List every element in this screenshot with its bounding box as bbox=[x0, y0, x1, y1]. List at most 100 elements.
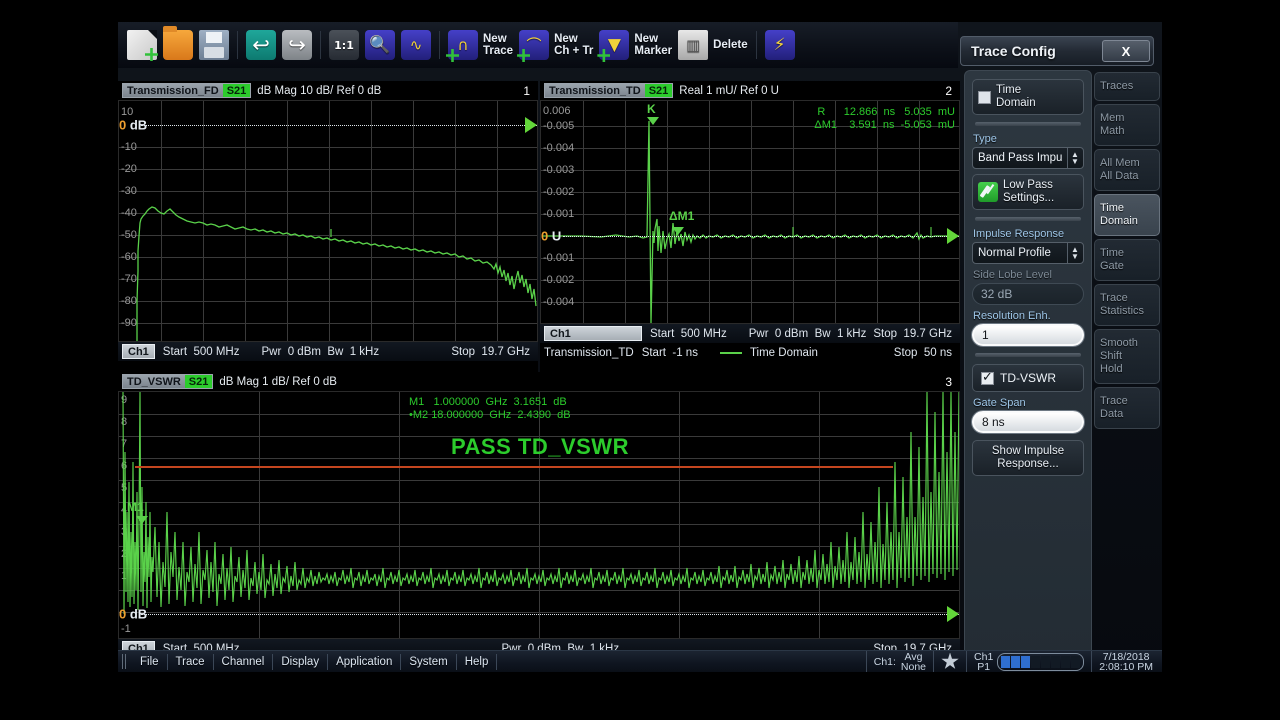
toolbar-divider-1 bbox=[237, 31, 238, 59]
pwr-label-1: Pwr bbox=[262, 346, 282, 358]
stop-label-2: Stop bbox=[873, 328, 897, 340]
bw-label-1: Bw bbox=[327, 346, 343, 358]
chevron-updown-icon-2[interactable]: ▲▼ bbox=[1067, 243, 1081, 263]
time-domain-toggle-button[interactable]: Time Domain bbox=[972, 79, 1084, 115]
plot-area-2[interactable]: 0.006 -0.005 -0.004 -0.003 -0.002 -0.001… bbox=[540, 100, 960, 324]
status-star[interactable] bbox=[933, 651, 966, 672]
pass-limit-text: PASS TD_VSWR bbox=[451, 434, 629, 460]
menu-item-display[interactable]: Display bbox=[273, 654, 328, 670]
date-value: 7/18/2018 bbox=[1103, 652, 1150, 662]
plot-area-3[interactable]: 9 8 7 6 5 4 3 2 1 -1 0 dB M1 1.000000 GH… bbox=[118, 391, 960, 639]
show-impulse-response-button[interactable]: Show Impulse Response... bbox=[972, 440, 1084, 476]
avg-value: None bbox=[901, 662, 926, 672]
gate-span-label: Gate Span bbox=[973, 397, 1084, 409]
save-file-button[interactable] bbox=[196, 24, 232, 66]
open-file-button[interactable] bbox=[160, 24, 196, 66]
avg-label: Avg bbox=[905, 652, 923, 662]
diagram-transmission-fd[interactable]: Transmission_FD S21 dB Mag 10 dB/ Ref 0 … bbox=[118, 81, 538, 381]
port-value: P1 bbox=[977, 662, 990, 672]
scale-one-to-one-button[interactable]: 1:1 bbox=[326, 24, 362, 66]
quick-action-button[interactable]: ⚡ bbox=[762, 24, 798, 66]
m1-marker-label: M1 bbox=[127, 500, 144, 514]
trace-marker-tick-1 bbox=[119, 101, 538, 342]
td-vswr-checkbox[interactable]: TD-VSWR bbox=[972, 364, 1084, 392]
delete-button[interactable]: ▥ Delete bbox=[675, 24, 751, 66]
one-to-one-icon: 1:1 bbox=[329, 30, 359, 60]
separator-2 bbox=[975, 217, 1081, 221]
chevron-updown-icon[interactable]: ▲▼ bbox=[1067, 148, 1081, 168]
menu-bar: File Trace Channel Display Application S… bbox=[118, 651, 497, 672]
trace-tag-3[interactable]: TD_VSWR S21 bbox=[122, 374, 213, 389]
tab-time-gate[interactable]: Time Gate bbox=[1094, 239, 1160, 281]
new-trace-button[interactable]: ∩ New Trace bbox=[445, 24, 516, 66]
checkbox-icon bbox=[981, 372, 994, 385]
redo-button[interactable]: ↪ bbox=[279, 24, 315, 66]
tab-trace-data-label: Trace Data bbox=[1100, 395, 1128, 420]
tab-trace-statistics[interactable]: Trace Statistics bbox=[1094, 284, 1160, 326]
menu-item-file[interactable]: File bbox=[132, 654, 168, 670]
tab-all-mem-all-data[interactable]: All Mem All Data bbox=[1094, 149, 1160, 191]
reference-marker-3[interactable] bbox=[947, 606, 959, 622]
floppy-save-icon bbox=[199, 30, 229, 60]
menu-item-channel[interactable]: Channel bbox=[214, 654, 274, 670]
type-select[interactable]: Band Pass Impu ▲▼ bbox=[972, 147, 1084, 169]
s-param-1: S21 bbox=[223, 84, 251, 97]
tab-trace-data[interactable]: Trace Data bbox=[1094, 387, 1160, 429]
tab-mem-math[interactable]: Mem Math bbox=[1094, 104, 1160, 146]
new-file-button[interactable] bbox=[124, 24, 160, 66]
channel-tag-2[interactable]: Ch1 bbox=[544, 326, 642, 341]
impulse-response-select[interactable]: Normal Profile ▲▼ bbox=[972, 242, 1084, 264]
resolution-enh-input[interactable]: 1 bbox=[972, 324, 1084, 346]
trace-name-2: Transmission_TD bbox=[545, 84, 645, 97]
channel-tag-1[interactable]: Ch1 bbox=[122, 344, 155, 359]
plot-area-1[interactable]: 10 -10 -20 -30 -40 -50 -60 -70 -80 -90 0… bbox=[118, 100, 538, 342]
undo-button[interactable]: ↩ bbox=[243, 24, 279, 66]
k-marker-triangle[interactable] bbox=[647, 117, 659, 125]
menu-item-application[interactable]: Application bbox=[328, 654, 401, 670]
diagram-td-vswr[interactable]: TD_VSWR S21 dB Mag 1 dB/ Ref 0 dB 3 9 8 … bbox=[118, 372, 960, 662]
new-trace-icon: ∩ bbox=[448, 30, 478, 60]
menu-item-system[interactable]: System bbox=[401, 654, 456, 670]
pwr-label-2: Pwr bbox=[749, 328, 769, 340]
delta-m1-triangle[interactable] bbox=[672, 227, 684, 235]
trace-config-titlebar: Trace Config X bbox=[960, 36, 1154, 66]
m1-marker-triangle[interactable] bbox=[136, 516, 148, 524]
trace-tag-1[interactable]: Transmission_FD S21 bbox=[122, 83, 251, 98]
zoom-trace-button[interactable]: ∿ bbox=[398, 24, 434, 66]
bottom-mask bbox=[118, 672, 1162, 694]
diagram-transmission-td[interactable]: Transmission_TD S21 Real 1 mU/ Ref 0 U 2… bbox=[540, 81, 960, 381]
new-marker-button[interactable]: ▼ New Marker bbox=[596, 24, 675, 66]
tab-time-domain[interactable]: Time Domain bbox=[1094, 194, 1160, 236]
status-port-progress: Ch1 P1 bbox=[966, 651, 1091, 672]
tab-smooth-shift-hold[interactable]: Smooth Shift Hold bbox=[1094, 329, 1160, 384]
td-start-value: -1 ns bbox=[672, 347, 698, 359]
diagram-2-footer-time: Transmission_TD Start -1 ns Time Domain … bbox=[540, 343, 960, 362]
k-marker-label: K bbox=[647, 102, 656, 116]
main-toolbar: ↩ ↪ 1:1 🔍 ∿ ∩ New Trace ⌒ New Ch + Tr ▼ … bbox=[118, 22, 958, 68]
separator-1 bbox=[975, 122, 1081, 126]
new-channel-trace-button[interactable]: ⌒ New Ch + Tr bbox=[516, 24, 596, 66]
menu-item-help[interactable]: Help bbox=[457, 654, 498, 670]
new-trace-label: New Trace bbox=[483, 33, 513, 58]
toolbar-divider-2 bbox=[320, 31, 321, 59]
start-value-2: 500 MHz bbox=[681, 328, 727, 340]
impulse-response-label: Impulse Response bbox=[973, 228, 1084, 240]
trash-icon: ▥ bbox=[678, 30, 708, 60]
reference-label-2: 0 U bbox=[541, 229, 561, 244]
low-pass-settings-button[interactable]: Low Pass Settings... bbox=[972, 174, 1084, 210]
diagram-1-footer: Ch1 Start 500 MHz Pwr 0 dBm Bw 1 kHz Sto… bbox=[118, 342, 538, 361]
show-impulse-response-label: Show Impulse Response... bbox=[992, 445, 1064, 471]
reference-marker-2[interactable] bbox=[947, 228, 959, 244]
tab-traces[interactable]: Traces bbox=[1094, 72, 1160, 101]
gate-span-input[interactable]: 8 ns bbox=[972, 411, 1084, 433]
menu-item-trace[interactable]: Trace bbox=[168, 654, 214, 670]
s-param-2: S21 bbox=[645, 84, 673, 97]
close-icon[interactable]: X bbox=[1102, 40, 1150, 62]
zoom-button[interactable]: 🔍 bbox=[362, 24, 398, 66]
magnifier-trace-icon: ∿ bbox=[401, 30, 431, 60]
trace-tag-2[interactable]: Transmission_TD S21 bbox=[544, 83, 673, 98]
stop-value-2: 19.7 GHz bbox=[903, 328, 956, 340]
reference-marker-1[interactable] bbox=[525, 117, 537, 133]
magnifier-icon: 🔍 bbox=[365, 30, 395, 60]
drag-grip-icon[interactable] bbox=[122, 654, 127, 669]
